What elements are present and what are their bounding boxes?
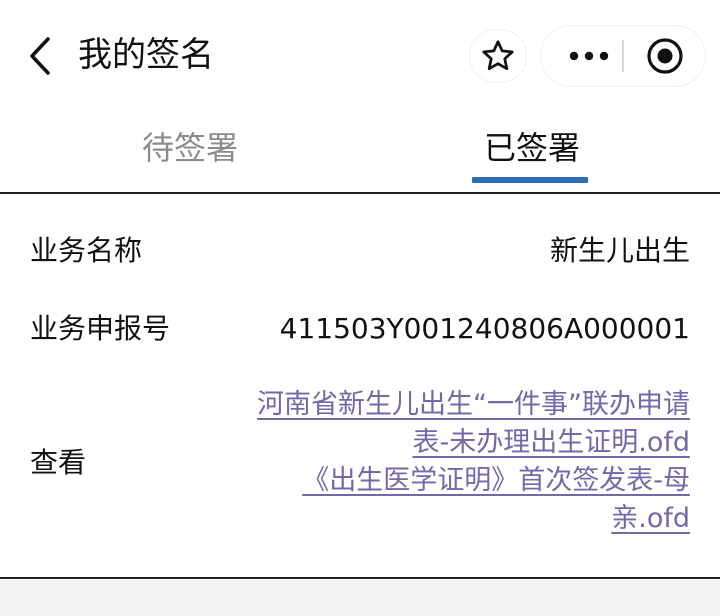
more-button[interactable] [561,26,617,86]
back-button[interactable] [22,34,58,78]
capsule-divider [622,40,624,72]
file-link-application-form-cont[interactable]: 表-未办理出生证明.ofd [220,424,691,462]
favorite-button[interactable] [470,30,526,82]
target-icon [647,38,683,74]
bottom-area [0,580,720,616]
file-link-application-form[interactable]: 河南省新生儿出生“一件事”联办申请 [220,386,690,424]
application-number-label: 业务申报号 [30,312,171,345]
view-label: 查看 [30,446,87,479]
tab-signed[interactable]: 已签署 [484,126,580,170]
tab-pending[interactable]: 待签署 [142,126,238,170]
close-mini-program-button[interactable] [637,26,693,86]
record-card: 业务名称 新生儿出生 业务申报号 411503Y001240806A000001… [0,194,720,579]
active-tab-indicator [472,177,588,183]
page-title: 我的签名 [78,35,214,75]
business-name-label: 业务名称 [30,234,143,267]
mini-program-capsule [541,26,705,86]
application-number-value: 411503Y001240806A000001 [279,312,690,345]
chevron-left-icon [30,37,50,75]
file-link-birth-certificate-form-cont[interactable]: 亲.ofd [220,500,690,538]
business-name-value: 新生儿出生 [549,234,690,267]
star-icon [482,40,514,71]
more-dots-icon [569,51,609,61]
top-navigation-bar: 我的签名 [0,0,720,108]
tab-bar: 待签署 已签署 [0,108,720,194]
file-links: 河南省新生儿出生“一件事”联办申请 表-未办理出生证明.ofd 《出生医学证明》… [220,386,690,538]
file-link-birth-certificate-form[interactable]: 《出生医学证明》首次签发表-母 [220,462,690,500]
